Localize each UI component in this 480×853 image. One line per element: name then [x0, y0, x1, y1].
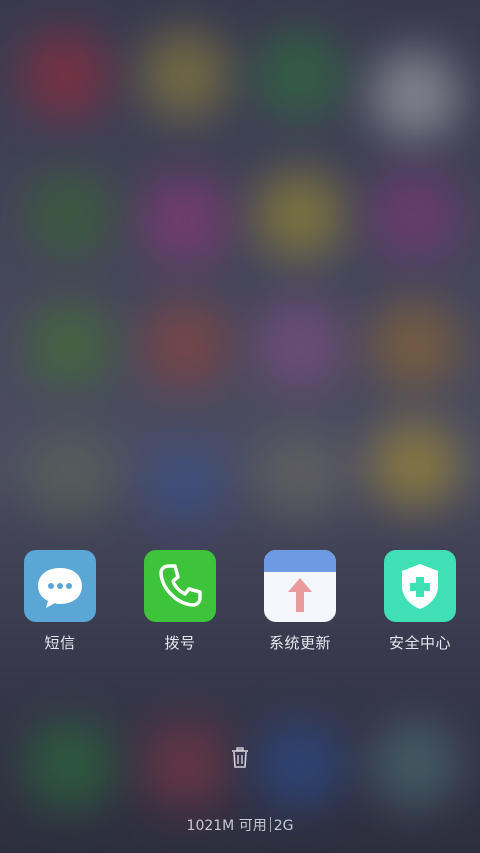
blurred-wallpaper [0, 0, 480, 853]
separator [269, 817, 271, 832]
clear-all-button[interactable] [231, 747, 249, 769]
memory-available: 1021M 可用 [186, 818, 267, 834]
recent-app-security-center[interactable]: 安全中心 [360, 550, 480, 660]
recent-app-system-update[interactable]: 系统更新 [240, 550, 360, 660]
memory-status: 1021M 可用 2G [0, 815, 480, 835]
recent-app-messages[interactable]: 短信 [0, 550, 120, 660]
trash-icon [232, 747, 248, 768]
phone-icon [144, 550, 216, 622]
shield-plus-icon [384, 550, 456, 622]
app-label: 拨号 [164, 634, 196, 652]
system-update-icon [264, 550, 336, 622]
recent-app-dialer[interactable]: 拨号 [120, 550, 240, 660]
app-label: 系统更新 [268, 634, 331, 652]
app-label: 安全中心 [388, 634, 451, 652]
message-bubble-icon [24, 550, 96, 622]
app-label: 短信 [44, 634, 76, 652]
recent-apps-row: 短信 拨号 系统更新 安全中心 [0, 550, 480, 660]
network-type: 2G [273, 818, 294, 834]
